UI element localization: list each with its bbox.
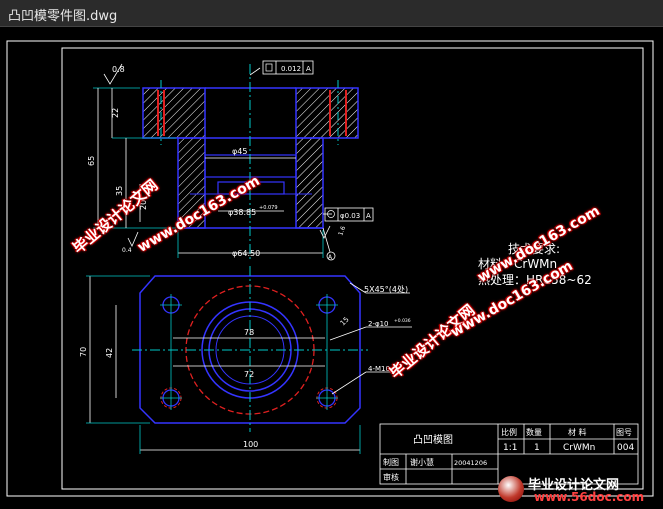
tb-scale: 1:1 — [503, 443, 517, 453]
tb-checked-label: 审核 — [383, 472, 399, 482]
dim-dia-64: φ64.50 — [232, 249, 260, 258]
tb-drawn-by: 谢小慧 — [410, 457, 434, 467]
holes-a-note: 2-φ10 — [368, 320, 389, 328]
tb-header-drawing-no: 图号 — [616, 428, 632, 437]
dim-22: 22 — [111, 108, 120, 118]
dim-dia-38: φ38.85 — [228, 208, 256, 217]
flatness-tolerance: 0.012 — [281, 65, 301, 73]
dim-15: 15 — [339, 315, 351, 327]
tb-drawn-label: 制图 — [383, 457, 399, 467]
flatness-datum: A — [306, 65, 311, 73]
tb-material: CrWMn — [563, 443, 595, 453]
tb-part-name: 凸凹模图 — [413, 434, 453, 446]
coaxiality-tolerance: φ0.03 — [340, 212, 360, 220]
dim-42: 42 — [105, 348, 114, 358]
drawing-canvas[interactable]: 0.8 22 65 35 20 φ45 φ38.85 +0.079 φ64.50… — [0, 27, 663, 505]
tb-header-material: 材 料 — [568, 427, 587, 437]
site-logo: 毕业设计论文网 www.56doc.com — [498, 474, 660, 504]
tb-drawing-no: 004 — [617, 443, 634, 453]
tb-header-scale: 比例 — [501, 427, 517, 437]
title-bar: 凸凹模零件图.dwg — [0, 0, 663, 27]
dim-72: 72 — [244, 370, 254, 379]
roughness-side: 1.6 — [337, 225, 347, 237]
plan-view — [86, 266, 412, 454]
coaxiality-datum: A — [366, 212, 371, 220]
holes-a-tol: +0.036 — [394, 318, 411, 324]
dim-70: 70 — [79, 347, 88, 357]
dim-dia-45: φ45 — [232, 147, 247, 156]
chamfer-note: 5X45°(4处) — [364, 284, 408, 294]
roughness-small: 0.4 — [122, 247, 132, 254]
section-view — [93, 60, 374, 262]
roughness-label: 0.8 — [112, 65, 125, 74]
tb-header-qty: 数量 — [526, 427, 542, 437]
tb-drawn-date: 20041206 — [454, 459, 487, 467]
logo-url-text: www.56doc.com — [534, 490, 645, 504]
window-title: 凸凹模零件图.dwg — [8, 9, 118, 24]
dim-78: 78 — [244, 328, 254, 337]
dim-dia-38-tol: +0.079 — [259, 205, 278, 211]
tb-qty: 1 — [534, 443, 540, 453]
logo-globe-icon — [498, 476, 524, 502]
dim-100: 100 — [243, 440, 258, 449]
dim-65: 65 — [87, 156, 96, 166]
